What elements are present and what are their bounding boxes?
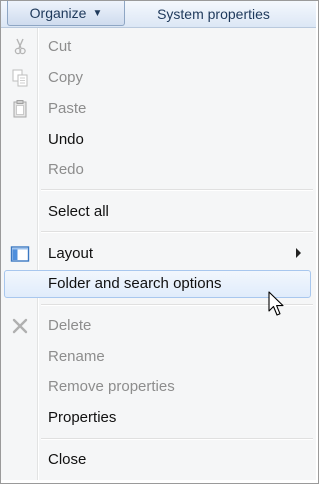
menu-item-select-all-label: Select all (48, 203, 109, 220)
menu-separator (41, 189, 313, 191)
menu-item-layout[interactable]: Layout (4, 240, 311, 268)
menu-item-undo-label: Undo (48, 131, 84, 148)
system-properties-label: System properties (157, 5, 270, 22)
menu-item-rename-label: Rename (48, 348, 105, 365)
chevron-right-icon (296, 248, 301, 258)
scissors-icon (14, 38, 26, 55)
menu-item-remove-properties-label: Remove properties (48, 378, 175, 395)
menu-item-redo[interactable]: Redo (4, 156, 311, 184)
menu-item-select-all[interactable]: Select all (4, 198, 311, 226)
menu-item-redo-label: Redo (48, 161, 84, 178)
menu-item-paste[interactable]: Paste (4, 95, 311, 123)
menu-item-folder-options-label: Folder and search options (48, 275, 222, 292)
organize-label: Organize (29, 5, 87, 21)
system-properties-button[interactable]: System properties (131, 1, 296, 26)
command-bar: Organize ▼ System properties (1, 1, 316, 28)
menu-item-cut[interactable]: Cut (4, 33, 311, 61)
menu-item-cut-label: Cut (48, 38, 72, 55)
dropdown-caret-icon: ▼ (92, 7, 103, 19)
menu-item-delete[interactable]: Delete (4, 312, 311, 340)
menu-item-close[interactable]: Close (4, 446, 311, 474)
menu-item-delete-label: Delete (48, 317, 92, 334)
mouse-pointer-icon (268, 291, 284, 316)
menu-item-layout-label: Layout (48, 245, 94, 262)
layout-icon (10, 246, 30, 262)
menu-item-paste-label: Paste (48, 100, 87, 117)
menu-item-properties[interactable]: Properties (4, 404, 311, 432)
menu-item-close-label: Close (48, 451, 87, 468)
menu-item-rename[interactable]: Rename (4, 343, 311, 371)
copy-icon (12, 69, 28, 87)
menu-separator (41, 231, 313, 233)
menu-separator (41, 438, 313, 440)
menu-item-properties-label: Properties (48, 409, 117, 426)
delete-x-icon (12, 318, 28, 334)
menu-item-copy[interactable]: Copy (4, 64, 311, 92)
organize-button[interactable]: Organize ▼ (7, 1, 125, 26)
menu-item-undo[interactable]: Undo (4, 126, 311, 154)
clipboard-icon (13, 100, 27, 118)
menu-item-remove-properties[interactable]: Remove properties (4, 373, 311, 401)
menu-item-copy-label: Copy (48, 69, 84, 86)
menu-item-folder-options[interactable]: Folder and search options (4, 270, 311, 298)
